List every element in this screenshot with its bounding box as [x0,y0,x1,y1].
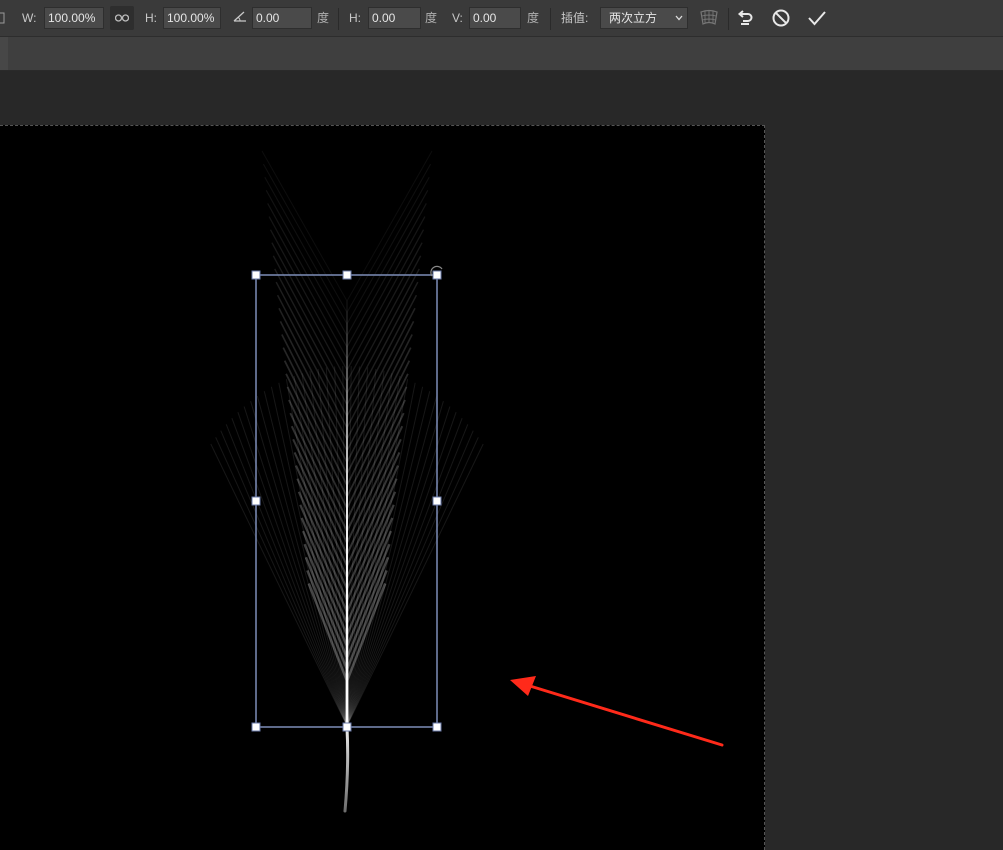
feather-ray [346,386,424,727]
transform-handle-bottom-left[interactable] [251,722,261,732]
transform-handle-left[interactable] [251,496,261,506]
commit-checkmark-icon[interactable] [805,6,829,30]
interpolation-dropdown[interactable]: 两次立方 [600,7,688,29]
transform-handle-bottom-right[interactable] [432,722,442,732]
feather-ray [263,391,348,727]
hskew-unit: 度 [425,11,438,25]
vskew-label: V: [452,11,463,25]
feather-ray [270,386,348,727]
feather-stem [343,726,350,813]
document-tab[interactable] [0,37,8,70]
interpolation-label: 插值: [561,11,589,25]
height-field[interactable]: 100.00% [163,7,221,29]
document-canvas[interactable] [0,125,765,850]
canvas-artwork [210,150,484,813]
vskew-unit: 度 [527,11,540,25]
reference-point-icon[interactable] [0,11,6,28]
angle-icon [232,9,248,26]
transform-handle-top-left[interactable] [251,270,261,280]
transform-handle-top-right[interactable] [432,270,442,280]
height-label: H: [145,11,157,25]
transform-handle-bottom[interactable] [342,722,352,732]
width-label: W: [22,11,37,25]
chevron-down-icon [675,15,683,21]
transform-handle-right[interactable] [432,496,442,506]
interpolation-value: 两次立方 [609,11,658,25]
undo-icon[interactable] [733,6,757,30]
separator [338,8,339,30]
hskew-label: H: [349,11,361,25]
rotate-unit: 度 [317,11,330,25]
hskew-field[interactable]: 0.00 [368,7,421,29]
feather-ray [346,391,431,727]
feather-graphic [210,150,484,727]
width-field[interactable]: 100.00% [44,7,104,29]
link-chain-icon[interactable] [110,6,134,30]
separator [550,8,551,30]
document-tab-strip [0,37,1003,71]
warp-mode-icon[interactable] [697,6,721,30]
cancel-transform-icon[interactable] [769,6,793,30]
transform-handle-top[interactable] [342,270,352,280]
workspace [0,71,1003,850]
rotate-field[interactable]: 0.00 [252,7,312,29]
separator [728,8,729,30]
vskew-field[interactable]: 0.00 [469,7,521,29]
photoshop-window: W: 100.00% H: 100.00% 0.00 度 H: 0.00 度 V… [0,0,1003,850]
transform-options-bar: W: 100.00% H: 100.00% 0.00 度 H: 0.00 度 V… [0,0,1003,37]
